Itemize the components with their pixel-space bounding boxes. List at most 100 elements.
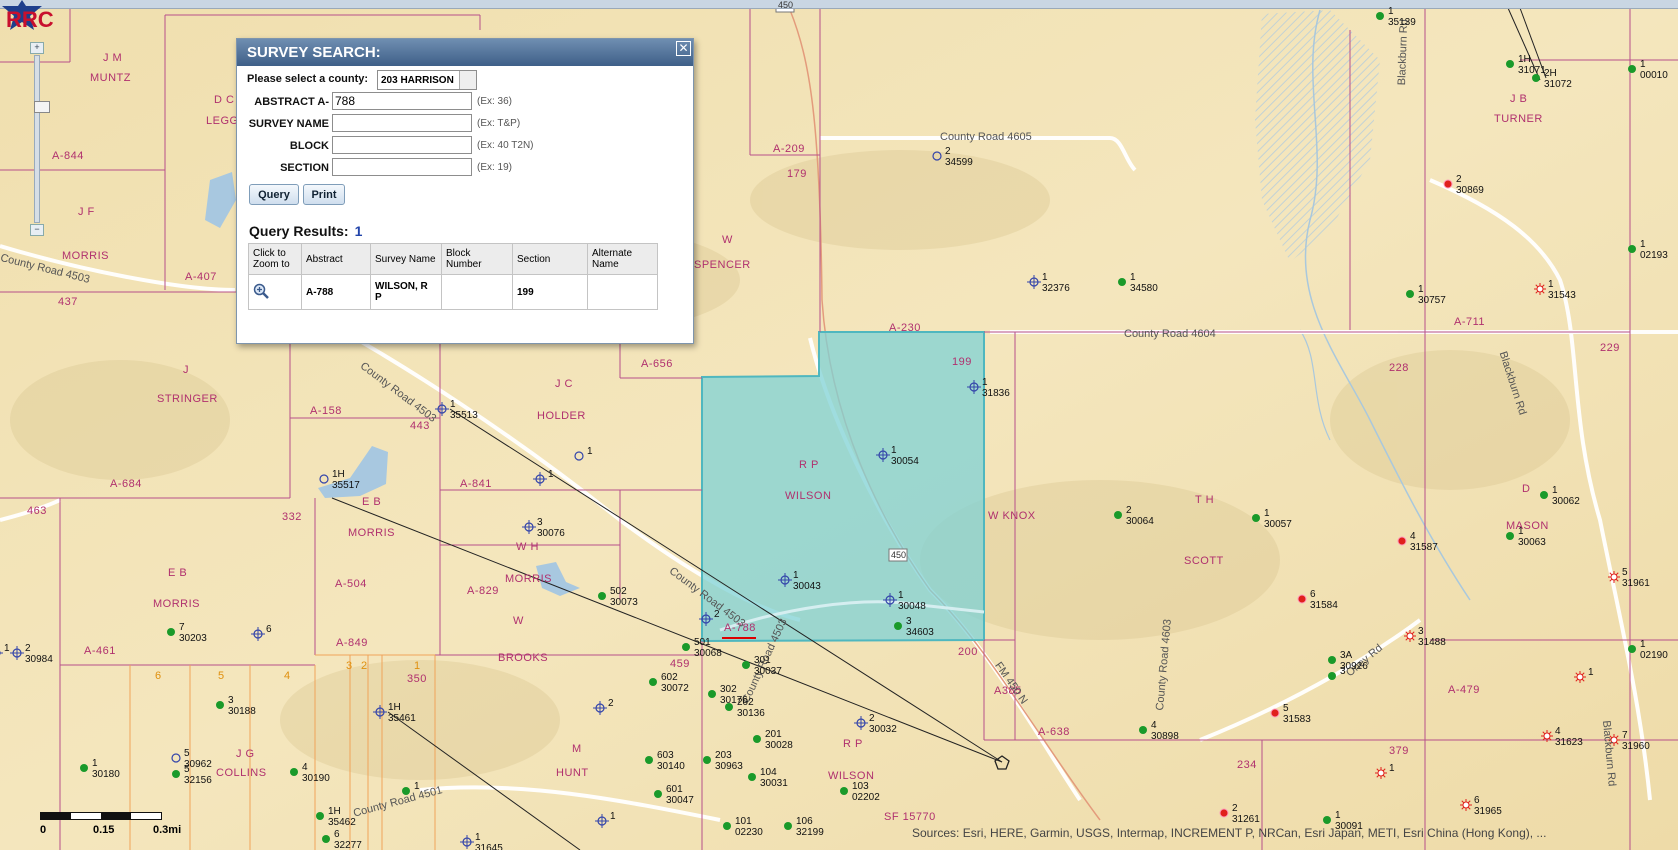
well-label: 1 30180 [92,758,120,780]
well-symbol[interactable] [645,756,653,764]
well-symbol[interactable] [894,622,902,630]
well-label: 602 30072 [661,672,689,694]
well-label: 2 31261 [1232,803,1260,825]
well-symbol[interactable] [1270,708,1280,718]
well-symbol[interactable] [723,822,731,830]
survey-label: W [722,234,733,246]
zoom-in-icon[interactable] [253,283,269,299]
well-symbol[interactable] [290,768,298,776]
well-symbol[interactable] [1323,816,1331,824]
well-symbol[interactable] [80,764,88,772]
well-symbol[interactable] [1443,179,1453,189]
well-symbol[interactable] [753,735,761,743]
zoom-thumb[interactable] [34,101,50,113]
rrc-logo: RRC [2,0,54,32]
well-label: 1 30054 [891,445,919,467]
zoom-out-button[interactable]: − [30,224,44,236]
survey-label: MORRIS [505,573,552,585]
well-symbol[interactable] [1540,491,1548,499]
well-symbol[interactable] [598,592,606,600]
well-symbol[interactable] [1628,245,1636,253]
survey-search-dialog[interactable]: SURVEY SEARCH: ✕ Please select a county:… [236,38,694,344]
well-label: 3 30188 [228,695,256,717]
survey-label: A-479 [1448,684,1480,696]
well-symbol[interactable] [708,690,716,698]
well-symbol[interactable] [322,835,330,843]
county-select[interactable]: 203 HARRISON [377,70,477,90]
well-label: 106 32199 [796,816,824,838]
zoom-in-button[interactable]: + [30,42,44,54]
well-symbol[interactable] [1139,726,1147,734]
zoom-slider[interactable]: + − [30,42,50,236]
well-symbol[interactable] [1376,12,1384,20]
survey-label: HUNT [556,767,589,779]
zoom-track[interactable] [34,55,50,223]
well-symbol[interactable] [1608,571,1620,583]
well-label: 1 32376 [1042,272,1070,294]
survey-name-input[interactable] [332,114,472,132]
well-label: 5 32156 [184,764,212,786]
survey-label: 350 [407,673,427,685]
well-symbol[interactable] [316,812,324,820]
print-button[interactable]: Print [303,184,345,205]
well-symbol[interactable] [1506,60,1514,68]
well-symbol[interactable] [1574,671,1586,683]
close-icon[interactable]: ✕ [676,41,691,56]
well-label: 6 [266,624,272,635]
well-symbol[interactable] [784,822,792,830]
section-number-label: 4 [284,670,291,682]
well-symbol[interactable] [1397,536,1407,546]
well-symbol[interactable] [1460,799,1472,811]
query-button[interactable]: Query [249,184,299,205]
zoom-to-cell[interactable] [248,274,302,310]
abstract-input[interactable] [332,92,472,110]
well-symbol[interactable] [1297,594,1307,604]
well-symbol[interactable] [1219,808,1229,818]
well-symbol[interactable] [1628,645,1636,653]
well-symbol[interactable] [167,628,175,636]
survey-label: D [1522,483,1531,495]
col-header-section: Section [512,243,588,275]
scale-label-mid: 0.15 [93,824,115,836]
survey-label: A-849 [336,637,368,649]
col-header-alternate: Alternate Name [587,243,658,275]
section-input[interactable] [332,158,472,176]
well-label: 3 34603 [906,616,934,638]
well-symbol[interactable] [840,787,848,795]
well-symbol[interactable] [1506,532,1514,540]
well-symbol[interactable] [1328,656,1336,664]
cell-block [441,274,513,310]
survey-label: 459 [670,658,690,670]
survey-label: E B [168,567,188,579]
well-label: 501 30068 [694,637,722,659]
well-symbol[interactable] [1534,283,1546,295]
cell-survey-name: WILSON, R P [370,274,442,310]
well-symbol[interactable] [1406,290,1414,298]
well-label: 103 02202 [852,781,880,803]
survey-label: MUNTZ [90,72,131,84]
well-label: 1 02190 [1640,639,1668,661]
well-symbol[interactable] [1252,514,1260,522]
well-symbol[interactable] [172,770,180,778]
block-input[interactable] [332,136,472,154]
well-symbol[interactable] [1375,767,1387,779]
col-header-zoom: Click to Zoom to [248,243,302,275]
well-symbol[interactable] [748,773,756,781]
well-symbol[interactable] [1118,278,1126,286]
well-symbol[interactable] [1541,730,1553,742]
well-symbol[interactable] [1404,630,1416,642]
well-symbol[interactable] [1328,672,1336,680]
well-label: 1 [414,781,420,792]
well-symbol[interactable] [682,643,690,651]
well-symbol[interactable] [703,756,711,764]
well-symbol[interactable] [1628,65,1636,73]
well-symbol[interactable] [1114,511,1122,519]
well-symbol[interactable] [654,790,662,798]
well-symbol[interactable] [216,701,224,709]
well-label: 603 30140 [657,750,685,772]
well-symbol[interactable] [649,678,657,686]
chevron-down-icon[interactable] [459,71,476,89]
dialog-title: SURVEY SEARCH: [237,39,693,66]
well-symbol[interactable] [742,661,750,669]
survey-label: A-230 [889,322,921,334]
